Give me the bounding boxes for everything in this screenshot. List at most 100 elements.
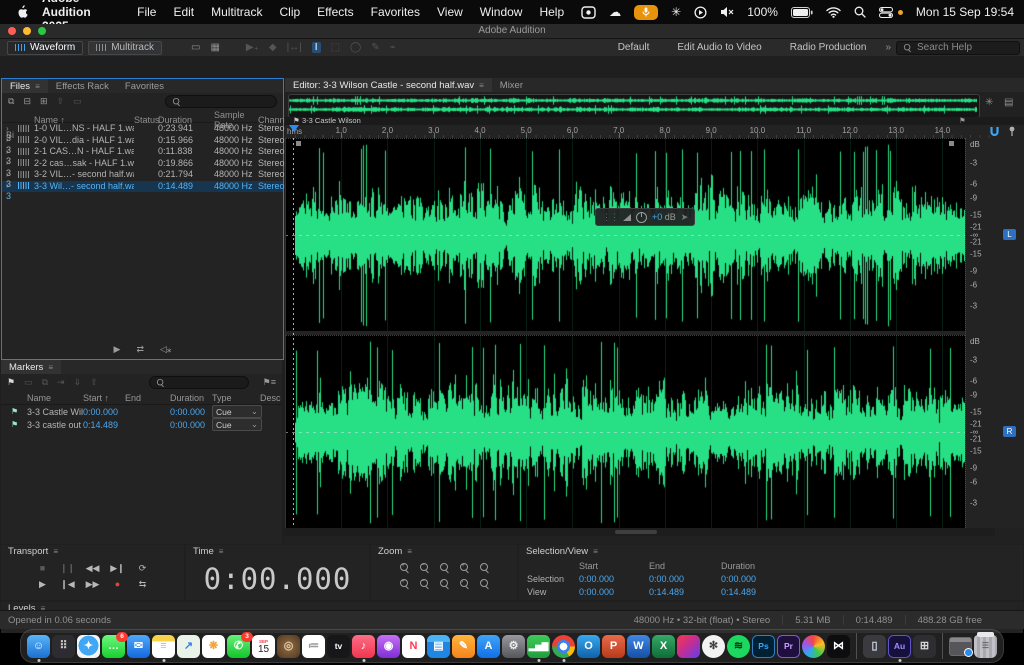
menu-item-help[interactable]: Help — [539, 5, 564, 19]
column-end[interactable]: End — [125, 393, 170, 403]
muted-speaker-icon[interactable] — [720, 6, 734, 18]
show-waveform-icon[interactable]: ▭ — [191, 42, 200, 53]
microphone-in-use-indicator[interactable] — [634, 5, 658, 20]
left-channel-badge[interactable]: L — [1003, 229, 1016, 240]
expand-chevron-icon[interactable]: › — [6, 124, 18, 133]
scrollbar-handle[interactable] — [615, 530, 657, 534]
apple-menu-icon[interactable] — [16, 5, 28, 19]
dock-system-settings[interactable]: ⚙ — [502, 635, 525, 658]
zoom-in-amplitude-button[interactable]: + — [399, 562, 410, 574]
dock-apple-tv[interactable]: tv — [327, 635, 350, 658]
screen-recorder-icon[interactable] — [581, 6, 596, 19]
fade-icon[interactable] — [623, 214, 631, 221]
overview-menu-icon[interactable]: ▤ — [1004, 97, 1013, 108]
selection-start-value[interactable]: 0:00.000 — [579, 574, 649, 584]
dock-photoshop[interactable]: Ps — [752, 635, 775, 658]
clip-marker-label[interactable]: 3-3 Castle Wilson — [302, 117, 361, 125]
amplitude-scale[interactable]: dB-3-6-9-15-21-∞-21-15-9-6-3 dB-3-6-9-15… — [965, 138, 996, 528]
dock-garageband[interactable]: ◎ — [277, 635, 300, 658]
fast-forward-button[interactable]: ▶▶ — [85, 579, 101, 590]
marker-pin-icon[interactable] — [1008, 126, 1016, 137]
dock-mail[interactable]: ✉ — [127, 635, 150, 658]
tab-markers[interactable]: Markers ≡ — [1, 360, 61, 374]
expand-chevron-icon[interactable]: › — [6, 170, 18, 179]
spotlight-search-icon[interactable] — [854, 6, 866, 18]
go-to-next-button[interactable]: ▶❙ — [110, 563, 126, 574]
marker-name[interactable]: 3-3 Castle Wilson — [27, 407, 83, 417]
cloud-icon[interactable]: ☁ — [609, 5, 621, 19]
expand-chevron-icon[interactable]: › — [6, 135, 18, 144]
workspace-overflow-chevrons[interactable]: » — [885, 42, 891, 53]
open-file-icon[interactable]: ⧉ — [8, 96, 14, 107]
file-row[interactable]: ›2-2 cas…sak - HALF 1.wav0:19.86648000 H… — [2, 158, 283, 170]
dock-iphone-mirroring[interactable]: ▯ — [863, 635, 886, 658]
dock-pages[interactable]: ✎ — [452, 635, 475, 658]
skip-selection-button[interactable]: ⇆ — [135, 579, 151, 590]
dock-messages[interactable]: …6 — [102, 635, 125, 658]
menu-item-effects[interactable]: Effects — [317, 5, 353, 19]
workspace-radio-production-button[interactable]: Radio Production — [790, 42, 867, 53]
marker-row[interactable]: ⚑3-3 castle out0:14.4890:00.000Cue⌄ — [1, 418, 282, 431]
snap-magnet-icon[interactable] — [989, 126, 1000, 137]
dock-premiere-pro[interactable]: Pr — [777, 635, 800, 658]
dock-word[interactable]: W — [627, 635, 650, 658]
workspace-default-button[interactable]: Default — [618, 42, 650, 53]
panel-menu-icon[interactable]: ≡ — [53, 547, 58, 556]
dock-final-cut-pro[interactable] — [802, 635, 825, 658]
expand-chevron-icon[interactable]: › — [6, 147, 18, 156]
file-row[interactable]: ›3-3 Wil…- second half.wav0:14.48948000 … — [2, 181, 283, 193]
zoom-in-point-button[interactable]: + — [459, 562, 470, 574]
zoom-history-button[interactable]: · — [479, 562, 490, 574]
panel-menu-icon[interactable]: ≡ — [407, 547, 412, 556]
tab-effects-rack[interactable]: Effects Rack — [48, 79, 117, 93]
export-markers-icon[interactable]: ⇓ — [74, 377, 82, 388]
window-title-bar[interactable]: Adobe Audition — [0, 24, 1024, 39]
dock-notes[interactable]: ≡ — [152, 635, 175, 658]
marker-start[interactable]: 0:00.000 — [83, 407, 125, 417]
dock-audition[interactable]: Au — [888, 635, 911, 658]
stop-button[interactable]: ■ — [35, 563, 51, 574]
column-type[interactable]: Type — [212, 393, 260, 403]
menu-item-edit[interactable]: Edit — [173, 5, 194, 19]
panel-menu-icon[interactable]: ≡ — [35, 82, 40, 91]
tab-editor[interactable]: Editor: 3-3 Wilson Castle - second half.… — [285, 78, 492, 92]
loop-playback-button[interactable]: ⟳ — [135, 563, 151, 574]
time-display[interactable]: 0:00.000 — [186, 562, 369, 596]
marker-row[interactable]: ⚑3-3 Castle Wilson0:00.0000:00.000Cue⌄ — [1, 405, 282, 418]
marquee-selection-tool-icon[interactable]: ⬚ — [331, 42, 340, 53]
column-name[interactable]: Name — [27, 393, 83, 403]
dock-music[interactable]: ♪ — [352, 635, 375, 658]
marker-type-dropdown[interactable]: Cue⌄ — [212, 405, 262, 418]
dock-outlook[interactable]: O — [577, 635, 600, 658]
file-row[interactable]: ›3-2 VIL…- second half.wav0:21.79448000 … — [2, 169, 283, 181]
waveform-view-button[interactable]: Waveform — [7, 41, 83, 55]
dock-facetime[interactable]: ✆3 — [227, 635, 250, 658]
panel-menu-icon[interactable]: ≡ — [479, 81, 484, 90]
gain-knob-icon[interactable] — [636, 212, 647, 223]
dock-photos[interactable]: ❋ — [202, 635, 225, 658]
expand-chevron-icon[interactable]: › — [6, 181, 18, 190]
marker-duration[interactable]: 0:00.000 — [170, 407, 212, 417]
dock-excel[interactable]: X — [652, 635, 675, 658]
menu-item-favorites[interactable]: Favorites — [371, 5, 420, 19]
move-tool-icon[interactable]: ▶₊ — [246, 42, 259, 53]
pause-button[interactable]: ❙❙ — [60, 563, 76, 574]
insert-into-multitrack-icon[interactable]: ⇪ — [57, 96, 65, 107]
dock-trash[interactable]: ☰ — [974, 635, 997, 658]
play-preview-button[interactable]: ▶ — [114, 344, 121, 355]
workspace-edit-audio-to-video-button[interactable]: Edit Audio to Video — [677, 42, 761, 53]
time-selection-tool-icon[interactable]: I — [312, 42, 321, 53]
dock-finder[interactable]: ☺ — [27, 635, 50, 658]
timeline-ruler[interactable]: hms 1.02.03.04.05.06.07.08.09.010.011.01… — [285, 125, 1024, 139]
dock-screenshot-preview[interactable] — [949, 635, 972, 658]
range-handle-left[interactable] — [296, 141, 301, 146]
marker-duration[interactable]: 0:00.000 — [170, 420, 212, 430]
delete-marker-icon[interactable]: ▭ — [24, 377, 33, 388]
brush-selection-tool-icon[interactable]: ✎ — [371, 42, 379, 53]
column-status[interactable]: Status — [134, 115, 158, 125]
merge-markers-icon[interactable]: ⧉ — [42, 377, 48, 388]
record-button[interactable]: ● — [110, 579, 126, 590]
razor-tool-icon[interactable]: ◆ — [269, 42, 277, 53]
marker-name[interactable]: 3-3 castle out — [27, 420, 83, 430]
control-center-icon[interactable] — [879, 7, 893, 18]
